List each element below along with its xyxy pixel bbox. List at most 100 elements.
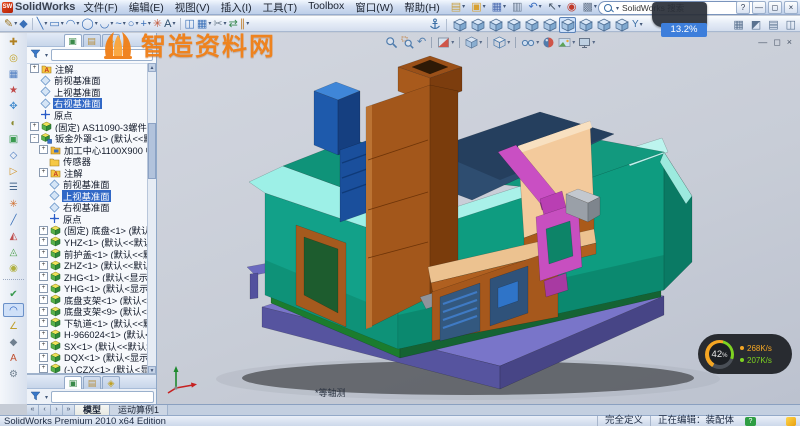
menu-item-0[interactable]: 文件(F) [83, 0, 117, 15]
minimize-button[interactable]: — [752, 1, 766, 14]
tree-item-14[interactable]: +(固定) 底盘<1> (默认< [27, 225, 149, 237]
view-isometric-icon[interactable] [559, 17, 576, 33]
tree-item-24[interactable]: +SX<1> (默认<<默认> [27, 340, 149, 352]
section-view-icon[interactable]: ▾ [437, 36, 454, 49]
appearances-pane-icon[interactable]: ◩ [751, 17, 761, 31]
linear-component-pattern-icon[interactable]: ▦ [3, 68, 24, 82]
rebuild-icon[interactable]: ◉ [567, 0, 577, 14]
expand-icon[interactable]: + [39, 272, 48, 281]
tree-item-15[interactable]: +YHZ<1> (默认<<默认 [27, 236, 149, 248]
expand-icon[interactable]: + [39, 318, 48, 327]
tab-motion-study[interactable]: 运动算例1 [110, 405, 168, 415]
view-right-icon[interactable] [505, 17, 522, 33]
explode-line-sketch-icon[interactable]: ╱ [3, 213, 24, 227]
circle-icon[interactable]: ◯▾ [81, 17, 97, 31]
configurationmanager-tab[interactable]: ◈ [102, 376, 120, 389]
tree-item-18[interactable]: +ZHG<1> (默认<显示 [27, 271, 149, 283]
tree-item-7[interactable]: +加工中心1100X900 中 [27, 144, 149, 156]
close-document-button[interactable]: × [787, 37, 792, 47]
show-hidden-components-icon[interactable]: ◐ [3, 116, 24, 130]
tree-item-25[interactable]: +DQX<1> (默认<显示 [27, 352, 149, 364]
view-bottom-icon[interactable] [541, 17, 558, 33]
sketch-icon[interactable]: ✎▾ [4, 17, 17, 31]
select-icon[interactable]: ↖▾ [548, 0, 561, 14]
expand-icon[interactable]: + [39, 341, 48, 350]
filter-funnel-icon[interactable] [30, 49, 41, 62]
expand-icon[interactable]: - [30, 134, 39, 143]
circle-dropdown-icon[interactable]: ▾ [95, 20, 98, 27]
open-document-dropdown-icon[interactable]: ▾ [483, 2, 486, 12]
undo-dropdown-icon[interactable]: ▾ [539, 2, 542, 12]
view-front-icon[interactable] [451, 17, 468, 33]
trim-entities-dropdown-icon[interactable]: ▾ [224, 20, 227, 27]
assembly-features-icon[interactable]: ▣ [3, 132, 24, 146]
view-left-icon[interactable] [487, 17, 504, 33]
exploded-view-icon[interactable]: ✳ [3, 197, 24, 211]
smart-fasteners-icon[interactable]: ★ [3, 84, 24, 98]
split-filter-input[interactable] [51, 391, 154, 403]
scroll-up-icon[interactable]: ▲ [148, 63, 156, 72]
select-dropdown-icon[interactable]: ▾ [558, 2, 561, 12]
previous-view-icon[interactable]: ↶ [417, 37, 426, 48]
propertymanager-tab[interactable]: ▤ [83, 376, 101, 389]
view-settings-icon[interactable]: ▾ [578, 36, 595, 49]
selection-filter-icon[interactable]: Y▾ [632, 18, 643, 32]
menu-item-6[interactable]: 窗口(W) [355, 0, 393, 15]
measure-icon[interactable]: ∠ [3, 319, 24, 333]
hide-show-items-dropdown-icon[interactable]: ▾ [536, 39, 539, 46]
spline-dropdown-icon[interactable]: ▾ [123, 20, 126, 27]
menu-item-3[interactable]: 插入(I) [221, 0, 252, 15]
tree-item-22[interactable]: +下轨道<1> (默认<<默 [27, 317, 149, 329]
options-tool-icon[interactable]: ⚙ [3, 368, 24, 382]
task-pane-icon[interactable]: ◫ [786, 17, 796, 31]
mass-properties-icon[interactable]: ◆ [3, 336, 24, 350]
tree-scrollbar[interactable]: ▲ ▼ [147, 63, 156, 375]
tree-item-16[interactable]: +前护盖<1> (默认<<默 [27, 248, 149, 260]
tree-item-17[interactable]: +ZHZ<1> (默认<<默认 [27, 259, 149, 271]
display-style-icon[interactable]: ▾ [493, 36, 510, 49]
tree-item-8[interactable]: 传感器 [27, 155, 149, 167]
mate-icon[interactable]: ◎ [3, 51, 24, 65]
tree-item-13[interactable]: 原点 [27, 213, 149, 225]
view-back-icon[interactable] [469, 17, 486, 33]
spell-checker-icon[interactable]: A [3, 352, 24, 366]
tree-item-20[interactable]: +底盘支架<1> (默认<显 [27, 294, 149, 306]
apply-scene-icon[interactable]: ▾ [558, 36, 575, 49]
search-dropdown-icon[interactable]: ▾ [616, 5, 619, 12]
clearance-verification-icon[interactable]: ◬ [3, 246, 24, 260]
menu-item-5[interactable]: Toolbox [308, 0, 344, 15]
offset-entities-dropdown-icon[interactable]: ▾ [246, 20, 249, 27]
smart-dimension-icon[interactable]: ◆ [19, 17, 27, 31]
tab-scroll-next-button[interactable]: › [51, 405, 63, 415]
filter-dropdown-icon[interactable]: ▾ [45, 52, 48, 59]
options-dropdown-icon[interactable]: ▾ [594, 2, 597, 12]
update-anchor-icon[interactable] [429, 18, 441, 32]
slot-dropdown-icon[interactable]: ▾ [76, 20, 79, 27]
new-motion-study-icon[interactable]: ▷ [3, 165, 24, 179]
assembly-xpert-icon[interactable]: ✔ [3, 287, 24, 301]
arc-dropdown-icon[interactable]: ▾ [110, 20, 113, 27]
open-document-icon[interactable]: ▣▾ [471, 0, 485, 14]
bill-of-materials-icon[interactable]: ☰ [3, 181, 24, 195]
featuremanager-tab[interactable]: ▣ [64, 34, 82, 47]
tree-item-12[interactable]: 右视基准面 [27, 202, 149, 214]
new-document-icon[interactable]: ▤▾ [451, 0, 465, 14]
menu-item-1[interactable]: 编辑(E) [129, 0, 164, 15]
expand-icon[interactable]: + [39, 295, 48, 304]
hole-alignment-icon[interactable]: ◉ [3, 262, 24, 276]
expand-icon[interactable]: + [39, 249, 48, 258]
minimize-document-button[interactable]: — [758, 37, 767, 47]
close-button[interactable]: × [784, 1, 798, 14]
featuremanager-tab[interactable]: ▣ [64, 376, 82, 389]
quick-tips-icon[interactable]: ? [745, 417, 756, 426]
tab-scroll-last-button[interactable]: » [63, 405, 75, 415]
split-funnel-icon[interactable] [30, 391, 41, 404]
expand-icon[interactable]: + [39, 226, 48, 235]
zoom-area-icon[interactable] [401, 36, 414, 49]
menu-item-4[interactable]: 工具(T) [263, 0, 297, 15]
apply-scene-dropdown-icon[interactable]: ▾ [572, 39, 575, 46]
reference-geometry-icon[interactable]: ◇ [3, 149, 24, 163]
tab-scroll-prev-button[interactable]: ‹ [39, 405, 51, 415]
expand-icon[interactable]: + [30, 122, 39, 131]
line-dropdown-icon[interactable]: ▾ [44, 20, 47, 27]
